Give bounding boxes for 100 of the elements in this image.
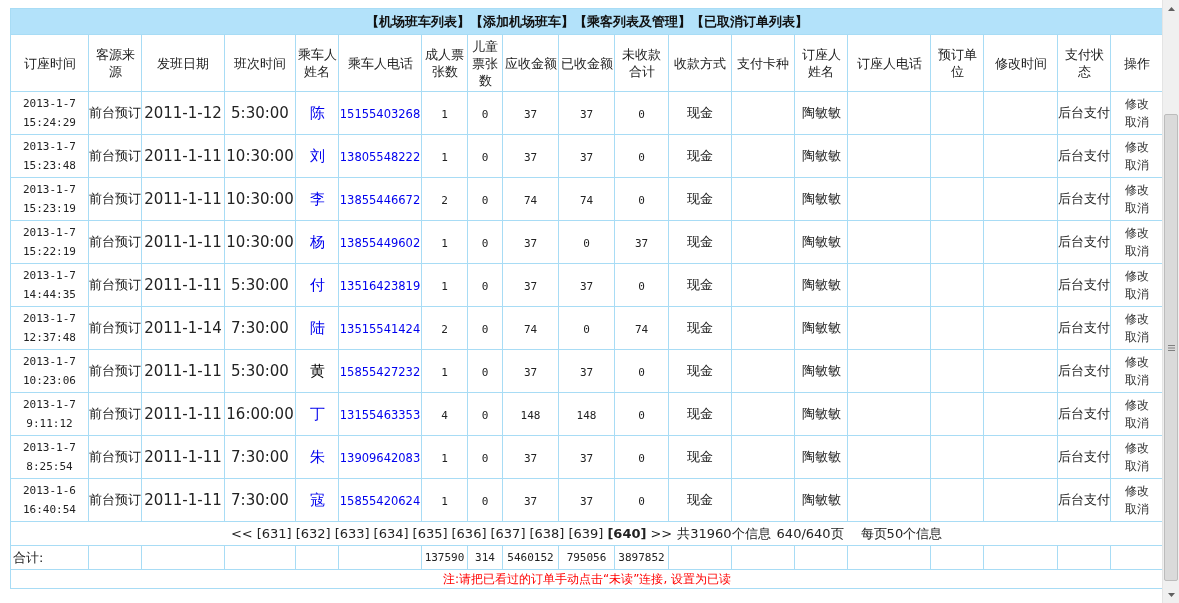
- nav-link[interactable]: 【已取消订单列表】: [691, 13, 809, 29]
- column-header: 应收金额: [502, 34, 559, 92]
- payment-method-cell: 现金: [687, 320, 713, 335]
- child-tickets-cell: 0: [481, 322, 489, 336]
- column-header: 支付状态: [1057, 34, 1111, 92]
- passenger-name-link[interactable]: 杨: [309, 232, 325, 251]
- scroll-up-icon[interactable]: [1167, 6, 1175, 11]
- cancel-link[interactable]: 取消: [1111, 199, 1162, 217]
- payment-method-cell: 现金: [687, 191, 713, 206]
- page-link[interactable]: [635]: [412, 525, 448, 541]
- passenger-name-link[interactable]: 陈: [309, 103, 325, 122]
- next-page-link[interactable]: >>: [650, 525, 673, 541]
- cancel-link[interactable]: 取消: [1111, 414, 1162, 432]
- column-header: 订座人姓名: [794, 34, 848, 92]
- payment-method-cell: 现金: [687, 363, 713, 378]
- passenger-name-link[interactable]: 寇: [309, 490, 325, 509]
- edit-link[interactable]: 修改: [1111, 310, 1162, 328]
- payment-method-cell: 现金: [687, 449, 713, 464]
- cancel-link[interactable]: 取消: [1111, 113, 1162, 131]
- column-header: 修改时间: [983, 34, 1058, 92]
- booker-name-cell: 陶敏敏: [801, 406, 841, 421]
- adult-tickets-cell: 1: [441, 150, 448, 164]
- amount-unpaid-cell: 0: [638, 279, 645, 293]
- passenger-name-link[interactable]: 刘: [309, 146, 325, 165]
- amount-paid-cell: 0: [583, 236, 590, 250]
- cancel-link[interactable]: 取消: [1111, 156, 1162, 174]
- booker-name-cell: 陶敏敏: [801, 363, 841, 378]
- source-cell: 前台预订: [89, 363, 141, 378]
- order-time-cell: 2013-1-7 12:37:48: [23, 312, 76, 344]
- note-text: 注:请把已看过的订单手动点击“未读”连接, 设置为已读: [442, 571, 732, 586]
- depart-time-cell: 7:30:00: [231, 319, 289, 337]
- source-cell: 前台预订: [89, 320, 141, 335]
- depart-time-cell: 10:30:00: [226, 147, 294, 165]
- adult-tickets-cell: 1: [441, 279, 448, 293]
- column-header: 乘车人姓名: [295, 34, 339, 92]
- amount-paid-cell: 37: [579, 107, 594, 121]
- depart-time-cell: 10:30:00: [226, 190, 294, 208]
- scroll-down-icon[interactable]: [1167, 592, 1175, 597]
- edit-link[interactable]: 修改: [1111, 439, 1162, 457]
- adult-tickets-cell: 4: [441, 408, 448, 422]
- passenger-name-link[interactable]: 李: [309, 189, 325, 208]
- passenger-name-link[interactable]: 陆: [309, 318, 325, 337]
- page-link[interactable]: [632]: [295, 525, 331, 541]
- order-time-cell: 2013-1-7 10:23:06: [23, 355, 76, 387]
- amount-paid-cell: 0: [583, 322, 590, 336]
- cancel-link[interactable]: 取消: [1111, 328, 1162, 346]
- nav-link[interactable]: 【乘客列表及管理】: [574, 13, 692, 29]
- amount-paid-cell: 148: [576, 408, 597, 422]
- nav-link[interactable]: 【添加机场班车】: [470, 13, 575, 29]
- page-link[interactable]: [633]: [334, 525, 370, 541]
- edit-link[interactable]: 修改: [1111, 138, 1162, 156]
- page-link[interactable]: [634]: [373, 525, 409, 541]
- page-link[interactable]: [640]: [607, 525, 647, 541]
- page-link[interactable]: [637]: [490, 525, 526, 541]
- payment-method-cell: 现金: [687, 234, 713, 249]
- edit-link[interactable]: 修改: [1111, 181, 1162, 199]
- passenger-name-link[interactable]: 朱: [309, 447, 325, 466]
- amount-unpaid-cell: 0: [638, 193, 645, 207]
- payment-method-cell: 现金: [687, 406, 713, 421]
- cancel-link[interactable]: 取消: [1111, 500, 1162, 518]
- child-tickets-cell: 0: [481, 279, 489, 293]
- order-time-cell: 2013-1-7 15:23:48: [23, 140, 76, 172]
- amount-paid-cell: 37: [579, 365, 594, 379]
- cancel-link[interactable]: 取消: [1111, 242, 1162, 260]
- amount-unpaid-cell: 0: [638, 365, 645, 379]
- passenger-name-link[interactable]: 丁: [309, 404, 325, 423]
- cancel-link[interactable]: 取消: [1111, 371, 1162, 389]
- depart-date-cell: 2011-1-11: [144, 448, 222, 466]
- amount-paid-cell: 74: [579, 193, 594, 207]
- page-link[interactable]: [638]: [529, 525, 565, 541]
- adult-tickets-cell: 1: [441, 451, 448, 465]
- edit-link[interactable]: 修改: [1111, 95, 1162, 113]
- depart-date-cell: 2011-1-11: [144, 491, 222, 509]
- previous-page-link[interactable]: <<: [230, 525, 253, 541]
- child-tickets-cell: 0: [481, 236, 489, 250]
- source-cell: 前台预订: [89, 406, 141, 421]
- cancel-link[interactable]: 取消: [1111, 285, 1162, 303]
- source-cell: 前台预订: [89, 148, 141, 163]
- child-tickets-cell: 0: [481, 451, 489, 465]
- scrollbar-thumb[interactable]: [1164, 114, 1178, 581]
- child-tickets-cell: 0: [481, 193, 489, 207]
- depart-date-cell: 2011-1-11: [144, 190, 222, 208]
- edit-link[interactable]: 修改: [1111, 267, 1162, 285]
- total-adult-tickets: 137590: [424, 551, 465, 564]
- pay-status-cell: 后台支付: [1058, 234, 1110, 249]
- page-link[interactable]: [636]: [451, 525, 487, 541]
- pay-status-cell: 后台支付: [1058, 105, 1110, 120]
- edit-link[interactable]: 修改: [1111, 396, 1162, 414]
- edit-link[interactable]: 修改: [1111, 353, 1162, 371]
- passenger-name-link[interactable]: 黄: [309, 361, 325, 380]
- column-header: 乘车人电话: [338, 34, 422, 92]
- page-link[interactable]: [639]: [568, 525, 604, 541]
- edit-link[interactable]: 修改: [1111, 224, 1162, 242]
- passenger-name-link[interactable]: 付: [309, 275, 325, 294]
- page-link[interactable]: [631]: [256, 525, 292, 541]
- edit-link[interactable]: 修改: [1111, 482, 1162, 500]
- depart-date-cell: 2011-1-11: [144, 147, 222, 165]
- order-time-cell: 2013-1-7 15:22:19: [23, 226, 76, 258]
- cancel-link[interactable]: 取消: [1111, 457, 1162, 475]
- nav-link[interactable]: 【机场班车列表】: [366, 13, 471, 29]
